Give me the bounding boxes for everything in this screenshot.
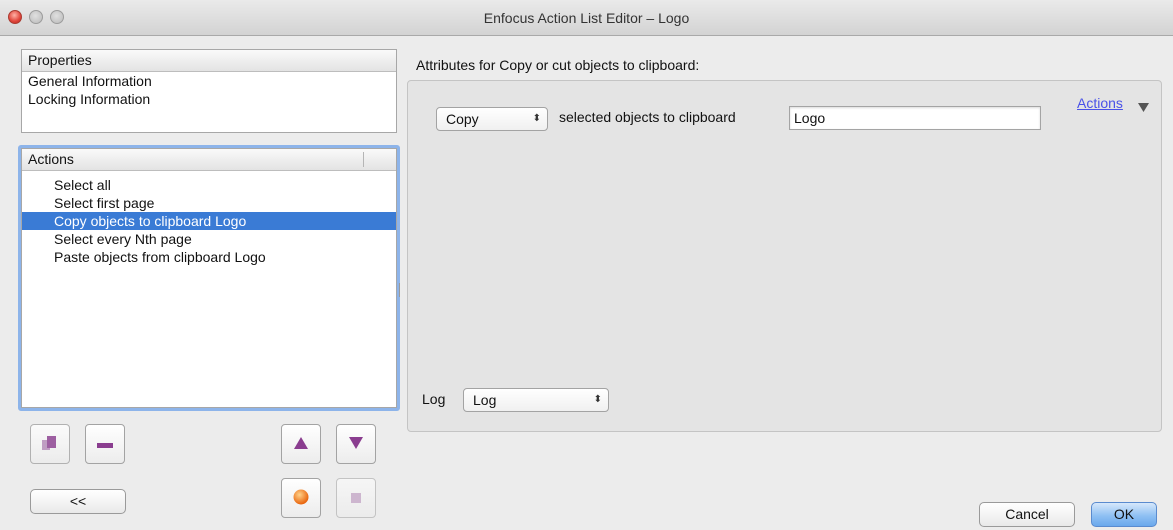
actions-menu-arrow-icon[interactable] xyxy=(1138,99,1149,115)
up-down-arrows-icon: ⬍ xyxy=(593,394,602,405)
copy-mode-select[interactable]: Copy ⬍ xyxy=(436,107,548,131)
actions-list-header: Actions xyxy=(22,149,396,171)
record-icon xyxy=(293,489,309,508)
copy-mode-select-value: Copy xyxy=(446,111,479,127)
properties-header: Properties xyxy=(22,50,396,72)
properties-item-locking-information[interactable]: Locking Information xyxy=(22,90,396,108)
copy-add-icon xyxy=(41,434,59,455)
add-action-button[interactable] xyxy=(30,424,70,464)
move-down-button[interactable] xyxy=(336,424,376,464)
clipboard-name-field[interactable]: Logo xyxy=(789,106,1041,130)
action-item-select-every-nth-page[interactable]: Select every Nth page xyxy=(22,230,396,248)
up-down-arrows-icon: ⬍ xyxy=(532,113,541,124)
cancel-button[interactable]: Cancel xyxy=(979,502,1075,527)
log-label: Log xyxy=(422,391,446,407)
triangle-up-icon xyxy=(294,436,308,452)
title-bar: Enfocus Action List Editor – Logo xyxy=(0,0,1173,36)
column-divider[interactable] xyxy=(363,152,364,167)
collapse-button[interactable]: << xyxy=(30,489,126,514)
record-button[interactable] xyxy=(281,478,321,518)
actions-menu-link[interactable]: Actions xyxy=(1077,95,1123,111)
splitter-handle[interactable] xyxy=(399,283,403,297)
actions-menu-label: Actions xyxy=(1077,95,1123,111)
move-up-button[interactable] xyxy=(281,424,321,464)
action-item-paste-objects[interactable]: Paste objects from clipboard Logo xyxy=(22,248,396,266)
properties-panel: Properties General Information Locking I… xyxy=(21,49,397,133)
log-select[interactable]: Log ⬍ xyxy=(463,388,609,412)
properties-item-general-information[interactable]: General Information xyxy=(22,72,396,90)
ok-button[interactable]: OK xyxy=(1091,502,1157,527)
triangle-down-icon xyxy=(349,436,363,452)
action-item-copy-objects[interactable]: Copy objects to clipboard Logo xyxy=(22,212,396,230)
attributes-group-box: Copy ⬍ selected objects to clipboard Log… xyxy=(407,80,1162,432)
action-item-select-first-page[interactable]: Select first page xyxy=(22,194,396,212)
actions-list-header-label: Actions xyxy=(28,151,74,167)
action-item-select-all[interactable]: Select all xyxy=(22,176,396,194)
remove-action-button[interactable] xyxy=(85,424,125,464)
stop-button[interactable] xyxy=(336,478,376,518)
log-select-value: Log xyxy=(473,392,497,408)
attributes-heading: Attributes for Copy or cut objects to cl… xyxy=(416,57,700,73)
window-title: Enfocus Action List Editor – Logo xyxy=(483,10,690,26)
minus-icon xyxy=(97,436,113,452)
selected-objects-label: selected objects to clipboard xyxy=(559,109,736,125)
actions-list-panel: Actions Select all Select first page Cop… xyxy=(21,148,397,408)
stop-icon xyxy=(351,490,361,506)
